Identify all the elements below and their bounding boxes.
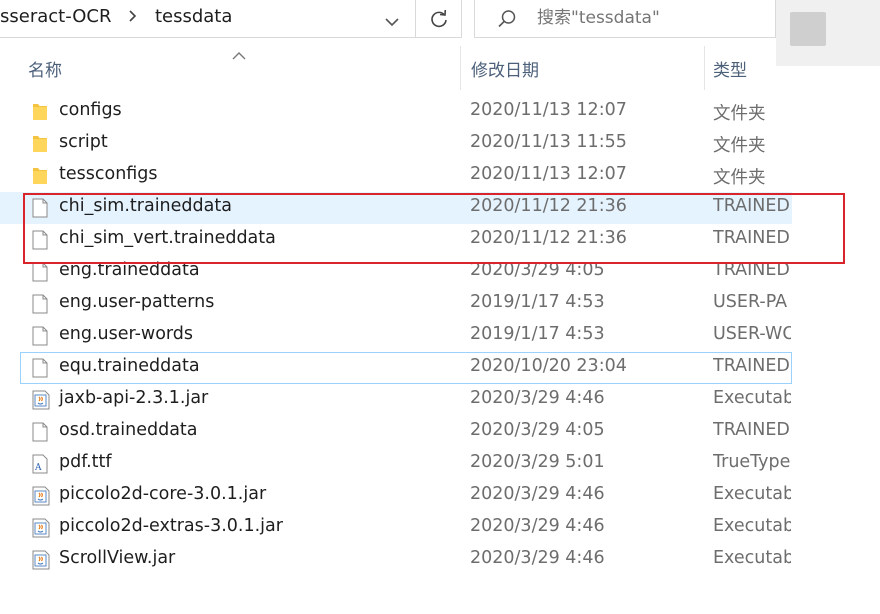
file-name: ScrollView.jar bbox=[59, 548, 176, 568]
scroll-button[interactable] bbox=[790, 12, 826, 46]
file-row[interactable]: eng.user-words 2019/1/17 4:53 USER-WO bbox=[0, 320, 792, 352]
search-input[interactable] bbox=[535, 7, 759, 29]
file-icon bbox=[32, 326, 48, 346]
file-date: 2020/3/29 4:46 bbox=[470, 388, 605, 408]
file-row[interactable]: jaxb-api-2.3.1.jar 2020/3/29 4:46 Executab bbox=[0, 384, 792, 416]
breadcrumb-item-current[interactable]: tessdata bbox=[155, 6, 232, 27]
file-row[interactable]: osd.traineddata 2020/3/29 4:05 TRAINED bbox=[0, 416, 792, 448]
file-type: Executab bbox=[713, 484, 791, 504]
file-row[interactable]: piccolo2d-extras-3.0.1.jar 2020/3/29 4:46… bbox=[0, 512, 792, 544]
column-header-date-label: 修改日期 bbox=[471, 61, 539, 81]
file-row[interactable]: Apdf.ttf 2020/3/29 5:01 TrueType bbox=[0, 448, 792, 480]
file-row[interactable]: tessconfigs 2020/11/13 12:07 文件夹 bbox=[0, 160, 792, 192]
file-type: USER-WO bbox=[713, 324, 791, 344]
file-date: 2020/3/29 4:05 bbox=[470, 260, 605, 280]
font-file-icon: A bbox=[32, 454, 48, 474]
breadcrumb-item-parent[interactable]: sseract-OCR bbox=[0, 6, 111, 27]
file-name: chi_sim.traineddata bbox=[59, 196, 232, 216]
file-date: 2019/1/17 4:53 bbox=[470, 292, 605, 312]
file-date: 2020/3/29 4:46 bbox=[470, 548, 605, 568]
file-date: 2020/3/29 4:46 bbox=[470, 484, 605, 504]
refresh-button[interactable] bbox=[416, 0, 462, 38]
file-name: equ.traineddata bbox=[59, 356, 200, 376]
address-bar[interactable]: sseract-OCR tessdata bbox=[0, 0, 416, 38]
svg-text:A: A bbox=[34, 463, 42, 473]
file-icon bbox=[32, 422, 48, 442]
java-jar-icon bbox=[32, 550, 50, 570]
file-date: 2020/11/13 12:07 bbox=[470, 100, 627, 120]
file-name: chi_sim_vert.traineddata bbox=[59, 228, 276, 248]
file-date: 2020/3/29 4:46 bbox=[470, 516, 605, 536]
file-row[interactable]: ScrollView.jar 2020/3/29 4:46 Executab bbox=[0, 544, 792, 576]
file-date: 2020/10/20 23:04 bbox=[470, 356, 627, 376]
file-icon bbox=[32, 198, 48, 218]
column-header-type[interactable]: 类型 bbox=[704, 46, 791, 90]
file-name: piccolo2d-core-3.0.1.jar bbox=[59, 484, 267, 504]
file-name: configs bbox=[59, 100, 122, 120]
file-type: TRAINED bbox=[713, 228, 790, 248]
file-row[interactable]: eng.user-patterns 2019/1/17 4:53 USER-PA bbox=[0, 288, 792, 320]
java-jar-icon bbox=[32, 390, 50, 410]
file-icon bbox=[32, 294, 48, 314]
file-name: piccolo2d-extras-3.0.1.jar bbox=[59, 516, 283, 536]
search-box[interactable] bbox=[474, 0, 776, 38]
file-type: Executab bbox=[713, 516, 791, 536]
file-type: USER-PA bbox=[713, 292, 788, 312]
file-type: Executab bbox=[713, 388, 791, 408]
file-type: 文件夹 bbox=[713, 168, 766, 188]
column-header-name[interactable]: 名称 bbox=[0, 46, 460, 90]
file-name: tessconfigs bbox=[59, 164, 158, 184]
file-name: script bbox=[59, 132, 108, 152]
folder-icon bbox=[32, 134, 48, 154]
file-name: osd.traineddata bbox=[59, 420, 198, 440]
file-name: eng.user-patterns bbox=[59, 292, 215, 312]
column-header-name-label: 名称 bbox=[28, 61, 62, 81]
file-type: TRAINED bbox=[713, 260, 790, 280]
java-jar-icon bbox=[32, 518, 50, 538]
file-date: 2020/11/12 21:36 bbox=[470, 228, 627, 248]
file-row[interactable]: script 2020/11/13 11:55 文件夹 bbox=[0, 128, 792, 160]
folder-icon bbox=[32, 166, 48, 186]
file-date: 2020/11/12 21:36 bbox=[470, 196, 627, 216]
file-type: TRAINED bbox=[713, 356, 790, 376]
file-row[interactable]: eng.traineddata 2020/3/29 4:05 TRAINED bbox=[0, 256, 792, 288]
file-date: 2020/3/29 5:01 bbox=[470, 452, 605, 472]
file-name: eng.traineddata bbox=[59, 260, 200, 280]
file-name: jaxb-api-2.3.1.jar bbox=[59, 388, 209, 408]
file-row[interactable]: chi_sim_vert.traineddata 2020/11/12 21:36… bbox=[0, 224, 792, 256]
chevron-down-icon[interactable] bbox=[385, 12, 399, 31]
file-date: 2019/1/17 4:53 bbox=[470, 324, 605, 344]
file-date: 2020/3/29 4:05 bbox=[470, 420, 605, 440]
file-type: Executab bbox=[713, 548, 791, 568]
folder-icon bbox=[32, 102, 48, 122]
column-header-type-label: 类型 bbox=[713, 61, 747, 81]
refresh-icon bbox=[430, 9, 447, 27]
file-date: 2020/11/13 11:55 bbox=[470, 132, 627, 152]
chevron-right-icon[interactable] bbox=[129, 6, 137, 27]
file-icon bbox=[32, 358, 48, 378]
file-type: 文件夹 bbox=[713, 136, 766, 156]
column-header-date[interactable]: 修改日期 bbox=[460, 46, 705, 90]
search-icon bbox=[498, 10, 516, 28]
file-row[interactable]: piccolo2d-core-3.0.1.jar 2020/3/29 4:46 Ex… bbox=[0, 480, 792, 512]
file-row[interactable]: equ.traineddata 2020/10/20 23:04 TRAINED bbox=[20, 352, 792, 384]
file-type: TrueType bbox=[713, 452, 791, 472]
breadcrumb: sseract-OCR tessdata bbox=[0, 6, 232, 27]
file-type: 文件夹 bbox=[713, 104, 766, 124]
file-row[interactable]: configs 2020/11/13 12:07 文件夹 bbox=[0, 96, 792, 128]
file-icon bbox=[32, 262, 48, 282]
file-name: pdf.ttf bbox=[59, 452, 112, 472]
file-icon bbox=[32, 230, 48, 250]
file-date: 2020/11/13 12:07 bbox=[470, 164, 627, 184]
file-type: TRAINED bbox=[713, 420, 790, 440]
java-jar-icon bbox=[32, 486, 50, 506]
sort-ascending-icon bbox=[232, 45, 246, 64]
file-name: eng.user-words bbox=[59, 324, 194, 344]
file-type: TRAINED bbox=[713, 196, 790, 216]
file-row[interactable]: chi_sim.traineddata 2020/11/12 21:36 TRAIN… bbox=[0, 192, 792, 224]
